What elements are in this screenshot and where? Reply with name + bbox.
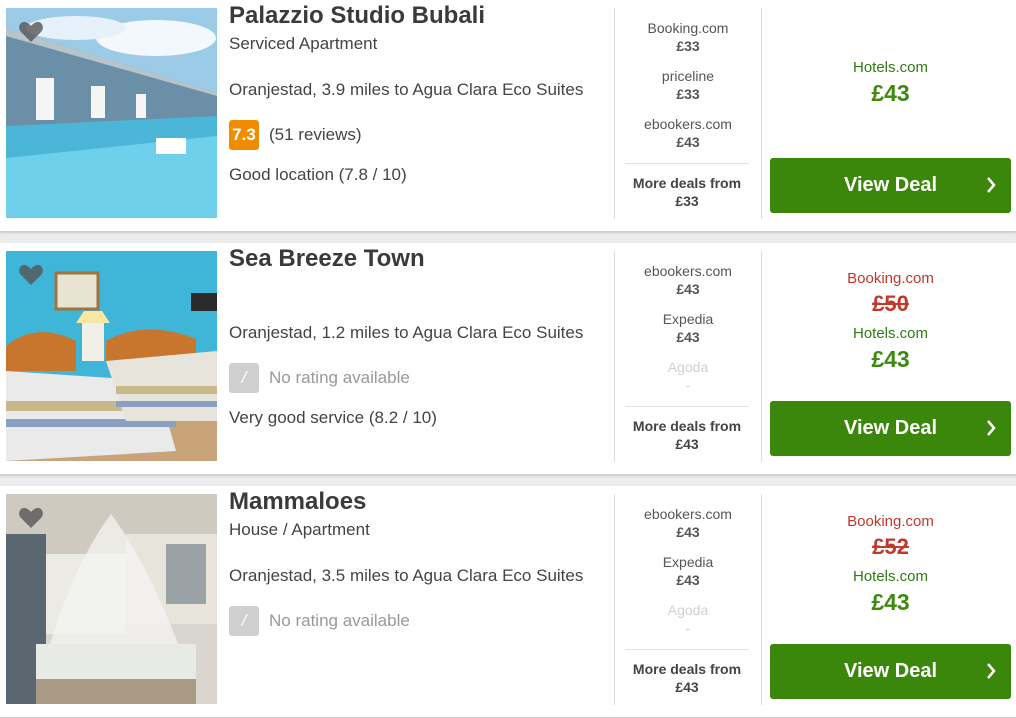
- deals-list: ebookers.com £43 Expedia £43 Agoda - Mor…: [614, 251, 762, 462]
- main-offer: Hotels.com £43: [770, 59, 1011, 107]
- rating-score-badge: /: [229, 363, 259, 393]
- heart-icon[interactable]: [18, 506, 44, 530]
- more-deals-price: £43: [675, 679, 699, 695]
- deal-item[interactable]: ebookers.com £43: [615, 262, 761, 298]
- deal-item: Agoda -: [615, 601, 761, 637]
- deal-price: £43: [676, 524, 700, 540]
- hotel-feature: Good location (7.8 / 10): [229, 165, 407, 184]
- hotel-photo[interactable]: [6, 251, 217, 461]
- rating-score-badge: /: [229, 606, 259, 636]
- review-count[interactable]: (51 reviews): [269, 125, 362, 145]
- heart-icon[interactable]: [18, 20, 44, 44]
- view-deal-button[interactable]: View Deal: [770, 644, 1011, 699]
- hotel-photo[interactable]: [6, 8, 217, 218]
- deal-provider: Booking.com: [647, 20, 729, 36]
- more-deals-link[interactable]: More deals from £33: [625, 163, 749, 210]
- deal-price: £43: [676, 329, 700, 345]
- main-offer: Booking.com £52 Hotels.com £43: [770, 513, 1011, 616]
- old-offer-site: Booking.com: [847, 513, 934, 530]
- hotel-card-1: Palazzio Studio Bubali Serviced Apartmen…: [0, 0, 1016, 232]
- more-deals-label: More deals from: [632, 418, 742, 434]
- deal-price: £33: [676, 38, 700, 54]
- hotel-photo[interactable]: [6, 494, 217, 704]
- more-deals-label: More deals from: [632, 175, 742, 191]
- deal-price: £43: [676, 572, 700, 588]
- deals-list: ebookers.com £43 Expedia £43 Agoda - Mor…: [614, 494, 762, 705]
- deal-price: £43: [676, 281, 700, 297]
- deal-item[interactable]: Booking.com £33: [615, 19, 761, 55]
- deal-provider: ebookers.com: [644, 506, 732, 522]
- hotel-location: Oranjestad, 1.2 miles to Agua Clara Eco …: [229, 323, 584, 342]
- hotel-name[interactable]: Sea Breeze Town: [229, 245, 425, 273]
- deal-item: Agoda -: [615, 358, 761, 394]
- old-offer-price: £50: [872, 291, 909, 316]
- deal-provider: ebookers.com: [644, 116, 732, 132]
- offer-price: £43: [871, 80, 910, 106]
- offer-price: £43: [871, 589, 910, 615]
- old-offer-site: Booking.com: [847, 270, 934, 287]
- deal-item[interactable]: Expedia £43: [615, 310, 761, 346]
- deal-item[interactable]: ebookers.com £43: [615, 505, 761, 541]
- deal-provider: Agoda: [667, 359, 709, 375]
- deal-item[interactable]: priceline £33: [615, 67, 761, 103]
- more-deals-price: £43: [675, 436, 699, 452]
- chevron-right-icon: [987, 663, 996, 679]
- deal-price: -: [685, 620, 691, 636]
- hotel-location: Oranjestad, 3.9 miles to Agua Clara Eco …: [229, 80, 584, 99]
- more-deals-link[interactable]: More deals from £43: [625, 406, 749, 453]
- hotel-type: Serviced Apartment: [229, 34, 378, 53]
- more-deals-label: More deals from: [632, 661, 742, 677]
- no-rating-text: No rating available: [269, 611, 410, 630]
- hotel-location: Oranjestad, 3.5 miles to Agua Clara Eco …: [229, 566, 584, 585]
- deals-list: Booking.com £33 priceline £33 ebookers.c…: [614, 8, 762, 219]
- hotel-card-2: Sea Breeze Town Oranjestad, 1.2 miles to…: [0, 243, 1016, 475]
- hotel-feature: Very good service (8.2 / 10): [229, 408, 437, 427]
- chevron-right-icon: [987, 177, 996, 193]
- deal-provider: Expedia: [662, 554, 714, 570]
- rating: 7.3 (51 reviews): [229, 120, 362, 150]
- deal-provider: priceline: [661, 68, 715, 84]
- deal-item[interactable]: Expedia £43: [615, 553, 761, 589]
- offer-site: Hotels.com: [852, 325, 929, 342]
- old-offer-price: £52: [872, 534, 909, 559]
- offer-price: £43: [871, 346, 910, 372]
- deal-provider: Agoda: [667, 602, 709, 618]
- hotel-card-3: Mammaloes House / Apartment Oranjestad, …: [0, 486, 1016, 718]
- hotel-name[interactable]: Palazzio Studio Bubali: [229, 2, 485, 30]
- deal-price: £33: [676, 86, 700, 102]
- offer-site: Hotels.com: [852, 59, 929, 76]
- rating-score-badge: 7.3: [229, 120, 259, 150]
- rating: / No rating available: [229, 363, 410, 393]
- chevron-right-icon: [987, 420, 996, 436]
- hotel-type: House / Apartment: [229, 520, 370, 539]
- view-deal-label: View Deal: [843, 660, 938, 682]
- more-deals-link[interactable]: More deals from £43: [625, 649, 749, 696]
- main-offer: Booking.com £50 Hotels.com £43: [770, 270, 1011, 373]
- view-deal-label: View Deal: [843, 174, 938, 196]
- view-deal-button[interactable]: View Deal: [770, 158, 1011, 213]
- more-deals-price: £33: [675, 193, 699, 209]
- offer-site: Hotels.com: [852, 568, 929, 585]
- heart-icon[interactable]: [18, 263, 44, 287]
- view-deal-button[interactable]: View Deal: [770, 401, 1011, 456]
- hotel-name[interactable]: Mammaloes: [229, 488, 366, 516]
- deal-item[interactable]: ebookers.com £43: [615, 115, 761, 151]
- no-rating-text: No rating available: [269, 368, 410, 387]
- deal-price: -: [685, 377, 691, 393]
- deal-provider: ebookers.com: [644, 263, 732, 279]
- deal-provider: Expedia: [662, 311, 714, 327]
- view-deal-label: View Deal: [843, 417, 938, 439]
- rating: / No rating available: [229, 606, 410, 636]
- deal-price: £43: [676, 134, 700, 150]
